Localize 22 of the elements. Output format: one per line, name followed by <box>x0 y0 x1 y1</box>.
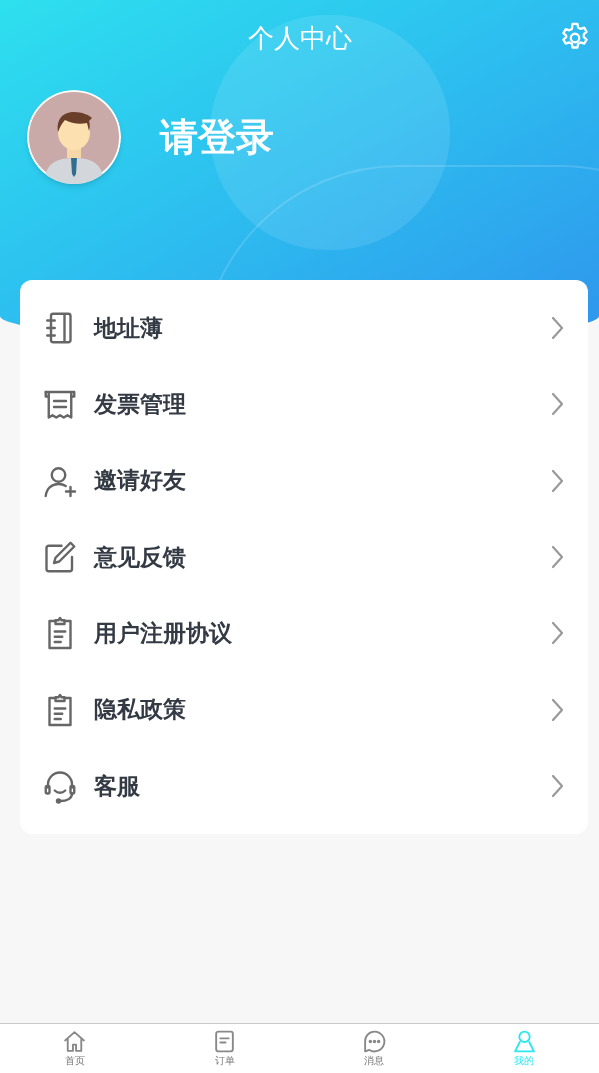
chevron-right-icon <box>550 392 564 417</box>
chevron-right-icon <box>550 697 564 722</box>
page-title: 个人中心 <box>247 25 352 51</box>
home-icon <box>62 1029 88 1054</box>
menu-item[interactable]: 地址薄 <box>20 290 588 367</box>
menu-item[interactable]: 用户注册协议 <box>20 595 588 672</box>
chevron-right-icon <box>550 773 564 798</box>
menu-item[interactable]: 隐私政策 <box>20 671 588 748</box>
chevron-right-icon <box>550 621 564 646</box>
menu-item[interactable]: 客服 <box>20 747 588 825</box>
menu-item[interactable]: 意见反馈 <box>20 518 588 596</box>
chat-bubble-icon <box>361 1029 387 1054</box>
avatar[interactable] <box>27 90 121 184</box>
menu-item[interactable]: 邀请好友 <box>20 442 588 519</box>
person-icon <box>511 1029 537 1054</box>
tab[interactable]: 首页 <box>0 1024 150 1073</box>
tab[interactable]: 消息 <box>299 1024 450 1073</box>
chevron-right-icon <box>550 316 564 341</box>
chevron-right-icon <box>550 545 564 570</box>
tab[interactable]: 订单 <box>149 1024 300 1073</box>
chevron-right-icon <box>550 468 564 493</box>
menu-item[interactable]: 发票管理 <box>20 366 588 443</box>
